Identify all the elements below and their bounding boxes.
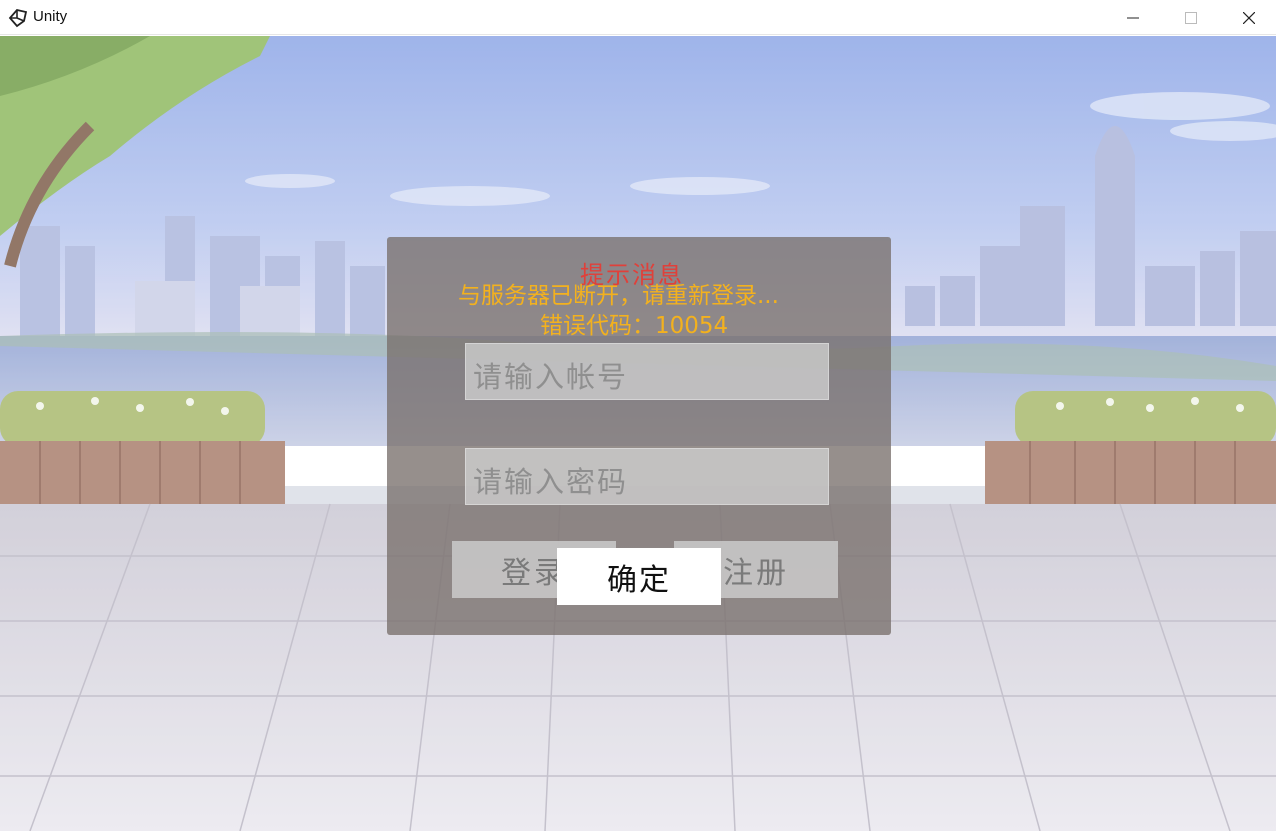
maximize-icon — [1185, 11, 1197, 24]
close-icon — [1243, 11, 1255, 24]
window-title: Unity — [33, 8, 68, 25]
window-titlebar: Unity — [0, 0, 1276, 35]
confirm-button[interactable]: 确定 — [557, 548, 721, 605]
password-input[interactable]: 请输入密码 — [465, 448, 829, 505]
minimize-button[interactable] — [1104, 0, 1162, 35]
unity-logo-icon — [8, 9, 28, 28]
alert-message: 与服务器已断开，请重新登录... — [458, 283, 779, 309]
minimize-icon — [1127, 17, 1139, 18]
password-placeholder: 请输入密码 — [473, 465, 629, 499]
maximize-button[interactable] — [1162, 0, 1220, 35]
username-input[interactable]: 请输入帐号 — [465, 343, 829, 400]
username-placeholder: 请输入帐号 — [473, 360, 629, 394]
alert-error-code: 错误代码：10054 — [540, 313, 729, 339]
close-button[interactable] — [1220, 0, 1276, 35]
